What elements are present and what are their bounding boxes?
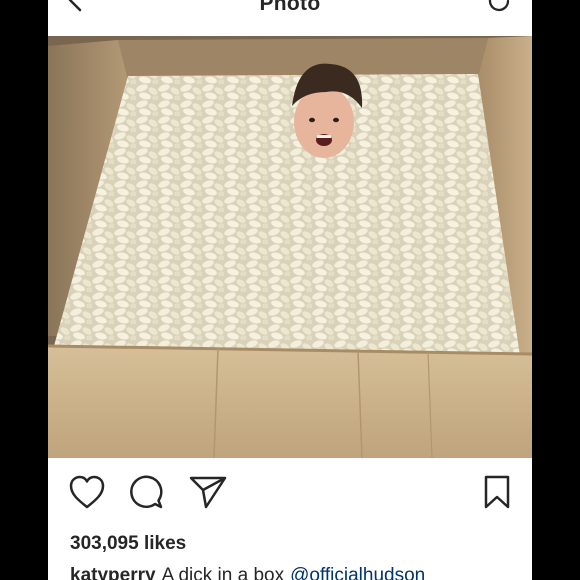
caption-username[interactable]: katyperry: [70, 565, 156, 580]
heart-icon[interactable]: [68, 474, 106, 510]
caption-text: A dick in a box: [161, 565, 285, 580]
caption-mention[interactable]: @officialhudson: [290, 565, 425, 580]
box-photo-illustration: [48, 36, 532, 458]
post-photo[interactable]: [48, 36, 532, 458]
bookmark-icon[interactable]: [482, 474, 512, 510]
top-bar: Photo: [48, 0, 532, 36]
refresh-icon[interactable]: [484, 0, 514, 16]
comment-icon[interactable]: [128, 474, 164, 510]
post-caption: katyperry A dick in a box @officialhudson: [70, 565, 425, 580]
page-title: Photo: [259, 0, 321, 15]
post-actions: [48, 474, 532, 520]
paper-plane-icon[interactable]: [188, 474, 228, 510]
instagram-screen: Photo 303,095 likes katyperry A dick in …: [48, 0, 532, 580]
likes-count[interactable]: 303,095 likes: [70, 533, 186, 555]
